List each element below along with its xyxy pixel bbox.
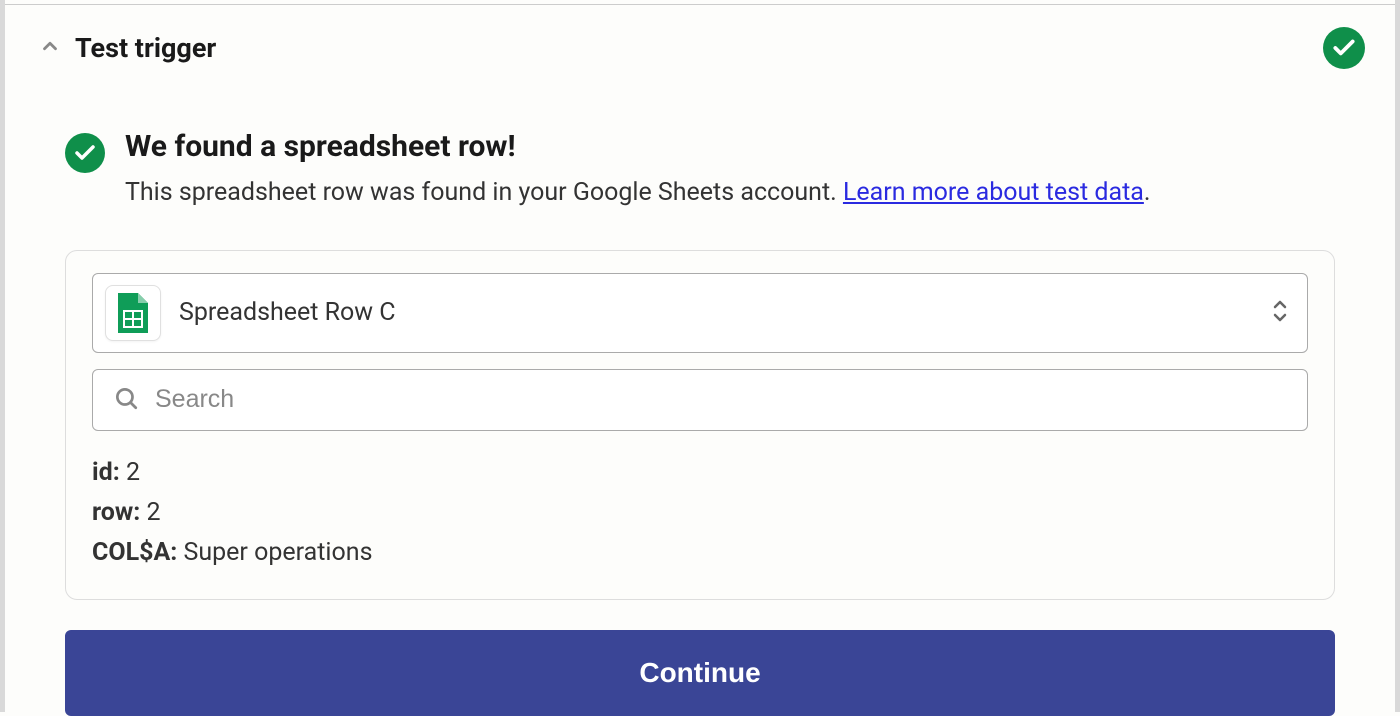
search-box[interactable] — [92, 369, 1308, 431]
status-check-icon — [1323, 27, 1365, 69]
field-value: Super operations — [184, 538, 373, 567]
status-heading: We found a spreadsheet row! — [125, 129, 1335, 164]
field-key: row: — [92, 498, 140, 527]
google-sheets-icon — [105, 285, 161, 341]
search-input[interactable] — [155, 385, 1287, 414]
data-fields: id: 2 row: 2 COL$A: Super operations — [92, 453, 1308, 573]
continue-button[interactable]: Continue — [65, 630, 1335, 716]
field-value: 2 — [147, 498, 161, 527]
success-check-icon — [65, 133, 105, 173]
status-message: We found a spreadsheet row! This spreads… — [65, 129, 1335, 212]
search-icon — [113, 385, 139, 415]
updown-icon — [1271, 298, 1289, 328]
selected-row-label: Spreadsheet Row C — [179, 298, 1253, 327]
field-key: id: — [92, 458, 120, 487]
section-header: Test trigger — [5, 5, 1395, 69]
field-row-id: id: 2 — [92, 453, 1308, 493]
field-key: COL$A: — [92, 538, 177, 567]
field-value: 2 — [126, 458, 140, 487]
field-row-row: row: 2 — [92, 493, 1308, 533]
collapse-icon[interactable] — [39, 35, 61, 61]
row-selector[interactable]: Spreadsheet Row C — [92, 273, 1308, 353]
status-description: This spreadsheet row was found in your G… — [125, 174, 1335, 212]
status-desc-suffix: . — [1144, 178, 1151, 207]
field-row-cola: COL$A: Super operations — [92, 533, 1308, 573]
learn-more-link[interactable]: Learn more about test data — [843, 178, 1144, 207]
status-desc-text: This spreadsheet row was found in your G… — [125, 178, 843, 207]
section-title: Test trigger — [75, 32, 216, 64]
test-data-panel: Spreadsheet Row C — [65, 250, 1335, 600]
